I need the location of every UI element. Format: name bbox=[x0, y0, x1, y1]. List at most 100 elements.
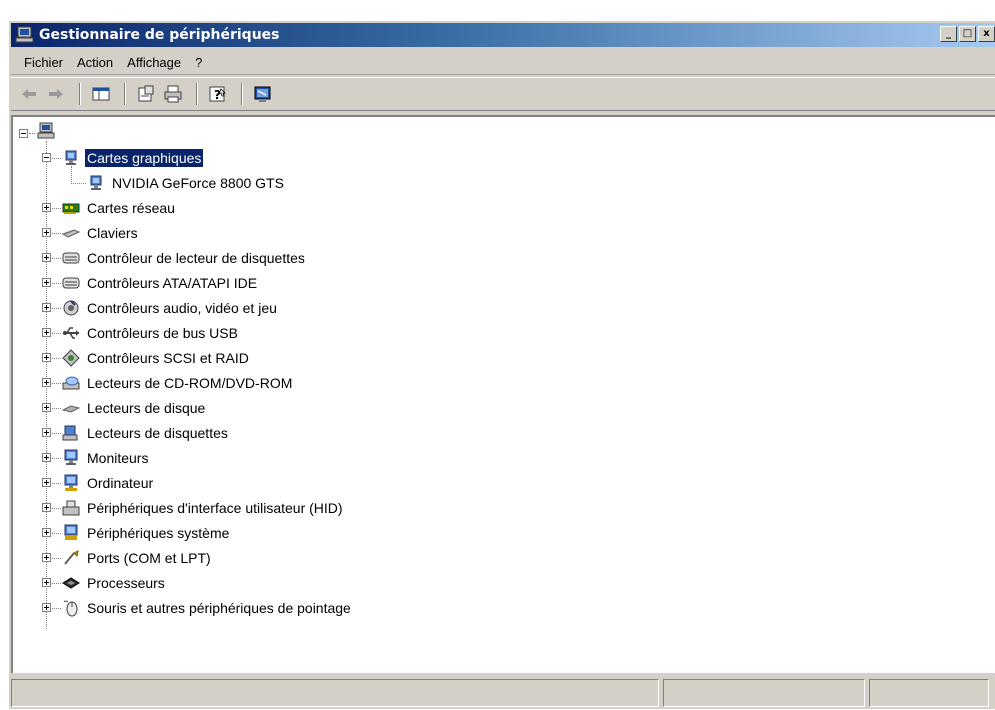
tree-item-category[interactable]: Lecteurs de disque bbox=[62, 397, 207, 419]
floppy-controller-icon bbox=[62, 252, 80, 264]
disk-drive-icon bbox=[62, 405, 80, 413]
tree-item-category[interactable]: Claviers bbox=[62, 222, 140, 244]
tree-item-category[interactable]: Contrôleur de lecteur de disquettes bbox=[62, 247, 307, 269]
tree-item-category[interactable]: Contrôleurs audio, vidéo et jeu bbox=[62, 297, 279, 319]
tree-item-label: Lecteurs de CD-ROM/DVD-ROM bbox=[87, 375, 293, 391]
print-button[interactable] bbox=[161, 83, 185, 105]
audio-icon bbox=[63, 300, 79, 316]
tree-connector bbox=[52, 258, 61, 259]
expand-toggle[interactable] bbox=[42, 603, 51, 612]
menu-bar: Fichier Action Affichage ? bbox=[11, 51, 995, 75]
display-adapter-icon bbox=[90, 175, 102, 190]
tree-item-label: Contrôleurs ATA/ATAPI IDE bbox=[87, 275, 258, 291]
tree-item-category[interactable]: Contrôleurs SCSI et RAID bbox=[62, 347, 251, 369]
device-manager-window: Gestionnaire de périphériques _ □ x Fich… bbox=[8, 20, 995, 709]
close-button[interactable]: x bbox=[978, 26, 995, 42]
expand-toggle[interactable] bbox=[42, 253, 51, 262]
ide-controller-icon bbox=[62, 277, 80, 289]
root-collapse-toggle[interactable] bbox=[19, 129, 28, 138]
expand-toggle[interactable] bbox=[42, 278, 51, 287]
tree-connector bbox=[52, 533, 61, 534]
tree-item-category[interactable]: Ordinateur bbox=[62, 472, 155, 494]
tree-item-category[interactable]: Ports (COM et LPT) bbox=[62, 547, 213, 569]
svg-text:?: ? bbox=[214, 88, 221, 102]
computer-icon bbox=[15, 26, 34, 43]
tree-item-label: Ports (COM et LPT) bbox=[87, 550, 211, 566]
tree-item-cartes-graphiques[interactable]: Cartes graphiques bbox=[62, 147, 204, 169]
close-icon: x bbox=[983, 28, 990, 39]
show-hide-tree-button[interactable] bbox=[89, 83, 113, 105]
tree-connector bbox=[52, 333, 61, 334]
tree-item-category[interactable]: Contrôleurs de bus USB bbox=[62, 322, 240, 344]
cdrom-icon bbox=[62, 376, 80, 390]
tree-item-category[interactable]: Cartes réseau bbox=[62, 197, 177, 219]
tree-connector bbox=[71, 166, 72, 182]
maximize-icon: □ bbox=[962, 28, 973, 39]
tree-connector bbox=[52, 608, 61, 609]
scan-hardware-button[interactable] bbox=[251, 83, 275, 105]
tree-connector bbox=[52, 583, 61, 584]
usb-icon bbox=[63, 327, 79, 339]
help-button[interactable]: ? bbox=[206, 83, 230, 105]
menu-fichier[interactable]: Fichier bbox=[17, 53, 70, 72]
tree-item-label: Lecteurs de disquettes bbox=[87, 425, 228, 441]
expand-toggle[interactable] bbox=[42, 428, 51, 437]
expand-toggle[interactable] bbox=[42, 553, 51, 562]
expand-toggle[interactable] bbox=[42, 378, 51, 387]
tree-connector bbox=[52, 408, 61, 409]
menu-help[interactable]: ? bbox=[188, 53, 209, 72]
back-button[interactable] bbox=[17, 83, 41, 105]
collapse-toggle-cartes-graphiques[interactable] bbox=[42, 153, 51, 162]
expand-toggle[interactable] bbox=[42, 503, 51, 512]
status-pane-right bbox=[869, 679, 989, 707]
tree-connector bbox=[52, 458, 61, 459]
toolbar-separator bbox=[79, 83, 81, 105]
expand-toggle[interactable] bbox=[42, 353, 51, 362]
tree-item-label: Contrôleurs audio, vidéo et jeu bbox=[87, 300, 277, 316]
properties-button[interactable] bbox=[134, 83, 158, 105]
show-hide-console-tree-icon bbox=[92, 87, 110, 101]
tree-item-category[interactable]: Périphériques d'interface utilisateur (H… bbox=[62, 497, 345, 519]
menu-action[interactable]: Action bbox=[70, 53, 120, 72]
tree-item-label: Cartes réseau bbox=[87, 200, 175, 216]
tree-connector bbox=[52, 283, 61, 284]
expand-toggle[interactable] bbox=[42, 478, 51, 487]
expand-toggle[interactable] bbox=[42, 328, 51, 337]
tree-item-category[interactable]: Souris et autres périphériques de pointa… bbox=[62, 597, 353, 619]
menu-affichage[interactable]: Affichage bbox=[120, 53, 188, 72]
expand-toggle[interactable] bbox=[42, 578, 51, 587]
maximize-button[interactable]: □ bbox=[959, 26, 976, 42]
tree-item-category[interactable]: Périphériques système bbox=[62, 522, 231, 544]
tree-item-category[interactable]: Lecteurs de CD-ROM/DVD-ROM bbox=[62, 372, 294, 394]
title-bar[interactable]: Gestionnaire de périphériques _ □ x bbox=[11, 23, 995, 47]
tree-connector bbox=[71, 183, 86, 184]
tree-item-category[interactable]: Lecteurs de disquettes bbox=[62, 422, 230, 444]
tree-item-label: Contrôleurs SCSI et RAID bbox=[87, 350, 249, 366]
tree-item-category[interactable]: Processeurs bbox=[62, 572, 167, 594]
tree-item-category[interactable]: Contrôleurs ATA/ATAPI IDE bbox=[62, 272, 259, 294]
floppy-drive-icon bbox=[62, 425, 78, 441]
minimize-button[interactable]: _ bbox=[940, 26, 957, 42]
display-adapter-icon bbox=[65, 150, 77, 165]
tree-connector bbox=[52, 508, 61, 509]
forward-button[interactable] bbox=[44, 83, 68, 105]
tree-item-label: Claviers bbox=[87, 225, 138, 241]
forward-arrow-icon bbox=[49, 89, 63, 99]
tree-item-label: Cartes graphiques bbox=[85, 149, 204, 167]
expand-toggle[interactable] bbox=[42, 228, 51, 237]
monitor-icon bbox=[64, 449, 78, 465]
tree-item-device[interactable]: NVIDIA GeForce 8800 GTS bbox=[87, 172, 286, 194]
expand-toggle[interactable] bbox=[42, 403, 51, 412]
scsi-icon bbox=[62, 349, 80, 367]
tree-item-label: Contrôleurs de bus USB bbox=[87, 325, 238, 341]
expand-toggle[interactable] bbox=[42, 453, 51, 462]
device-tree[interactable]: Cartes graphiques NVIDIA GeForce 8800 GTS… bbox=[11, 115, 995, 673]
expand-toggle[interactable] bbox=[42, 528, 51, 537]
window-title: Gestionnaire de périphériques bbox=[39, 27, 280, 43]
expand-toggle[interactable] bbox=[42, 203, 51, 212]
computer-icon bbox=[64, 474, 78, 491]
expand-toggle[interactable] bbox=[42, 303, 51, 312]
tree-connector bbox=[52, 358, 61, 359]
computer-icon[interactable] bbox=[37, 122, 55, 140]
tree-item-category[interactable]: Moniteurs bbox=[62, 447, 150, 469]
